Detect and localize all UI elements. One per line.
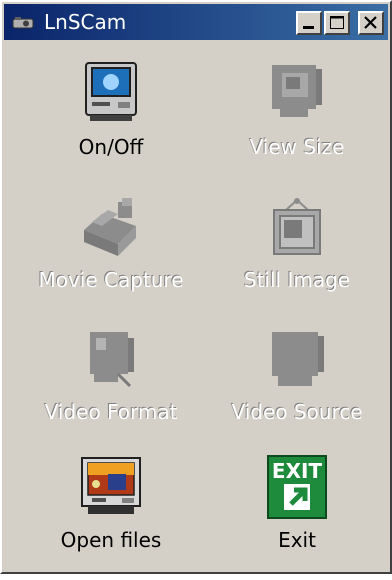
still-image-label: Still Image [243,268,351,292]
title-bar[interactable]: LnSCam [4,4,388,40]
view-size-label: View Size [249,135,345,159]
movie-capture-label: Movie Capture [38,268,184,292]
view-size-button[interactable]: View Size [202,57,392,187]
maximize-icon [330,16,344,29]
exit-label: Exit [278,528,316,552]
exit-button[interactable]: EXIT Exit [202,450,392,580]
window-title: LnSCam [44,10,127,34]
minimize-button[interactable] [296,11,322,35]
video-format-button[interactable]: Video Format [16,324,206,454]
on-off-label: On/Off [78,135,144,159]
exit-icon-text: EXIT [272,459,323,483]
view-size-icon [272,65,322,117]
video-source-button[interactable]: Video Source [202,324,392,454]
video-source-icon [272,332,324,386]
video-source-label: Video Source [231,400,363,424]
movie-capture-button[interactable]: Movie Capture [16,192,206,322]
open-files-label: Open files [60,528,162,552]
close-icon [364,16,377,29]
camera-app-icon [12,17,34,29]
video-format-icon [90,332,134,388]
maximize-button[interactable] [324,11,350,35]
on-off-button[interactable]: On/Off [16,57,206,187]
open-files-icon [81,457,141,514]
monitor-icon [85,62,137,121]
still-image-button[interactable]: Still Image [202,192,392,322]
video-format-label: Video Format [44,400,178,424]
open-files-button[interactable]: Open files [16,450,206,580]
minimize-icon [303,26,314,29]
still-image-icon [273,198,321,255]
exit-icon: EXIT [267,455,327,519]
movie-capture-icon [84,198,136,256]
lnscam-window: LnSCam On/Off View Size Movie Capture St… [0,0,392,574]
close-button[interactable] [358,11,384,35]
